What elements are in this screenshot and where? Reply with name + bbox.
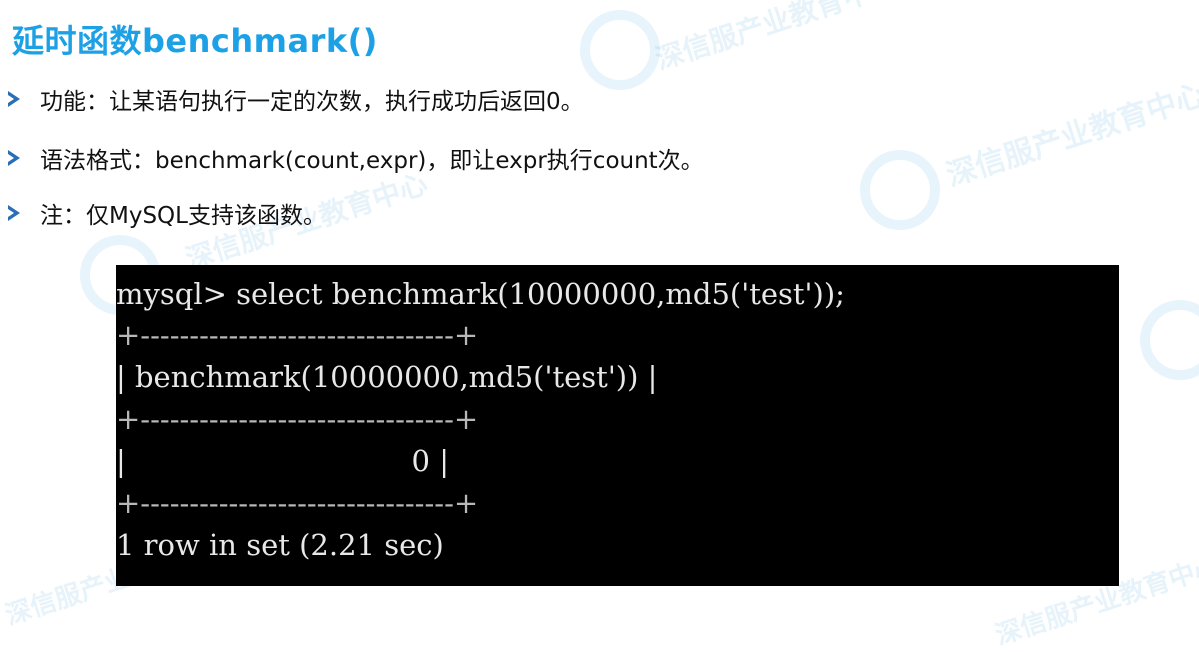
terminal-table-border: +--------------------------------+ bbox=[116, 318, 479, 352]
bullet-text: 功能：让某语句执行一定的次数，执行成功后返回0。 bbox=[40, 89, 584, 115]
watermark-logo-icon bbox=[1140, 300, 1199, 380]
bullet-arrow-icon bbox=[8, 150, 20, 166]
watermark-text: 深信服产业教育中心 bbox=[651, 0, 902, 77]
terminal-table-border: +--------------------------------+ bbox=[116, 486, 479, 520]
bullet-item: 语法格式：benchmark(count,expr)，即让expr执行count… bbox=[8, 139, 704, 177]
bullet-item: 功能：让某语句执行一定的次数，执行成功后返回0。 bbox=[8, 80, 704, 118]
terminal-table-header: | benchmark(10000000,md5('test')) | bbox=[116, 360, 658, 394]
terminal-command-line: mysql> select benchmark(10000000,md5('te… bbox=[116, 277, 845, 311]
bullet-arrow-icon bbox=[8, 205, 20, 221]
terminal-result-summary: 1 row in set (2.21 sec) bbox=[116, 528, 444, 562]
terminal-table-value: | 0 | bbox=[116, 444, 449, 478]
bullet-text: 注：仅MySQL支持该函数。 bbox=[40, 203, 326, 229]
bullet-text: 语法格式：benchmark(count,expr)，即让expr执行count… bbox=[40, 148, 704, 174]
bullet-list: 功能：让某语句执行一定的次数，执行成功后返回0。 语法格式：benchmark(… bbox=[8, 80, 704, 253]
bullet-item: 注：仅MySQL支持该函数。 bbox=[8, 194, 704, 232]
slide-title: 延时函数benchmark() bbox=[12, 22, 378, 60]
watermark-logo-icon bbox=[580, 10, 660, 90]
terminal-screenshot: mysql> select benchmark(10000000,md5('te… bbox=[116, 265, 1119, 586]
watermark-logo-icon bbox=[860, 150, 940, 230]
bullet-arrow-icon bbox=[8, 91, 20, 107]
watermark-text: 深信服产业教育中心 bbox=[942, 76, 1199, 194]
terminal-table-border: +--------------------------------+ bbox=[116, 402, 479, 436]
